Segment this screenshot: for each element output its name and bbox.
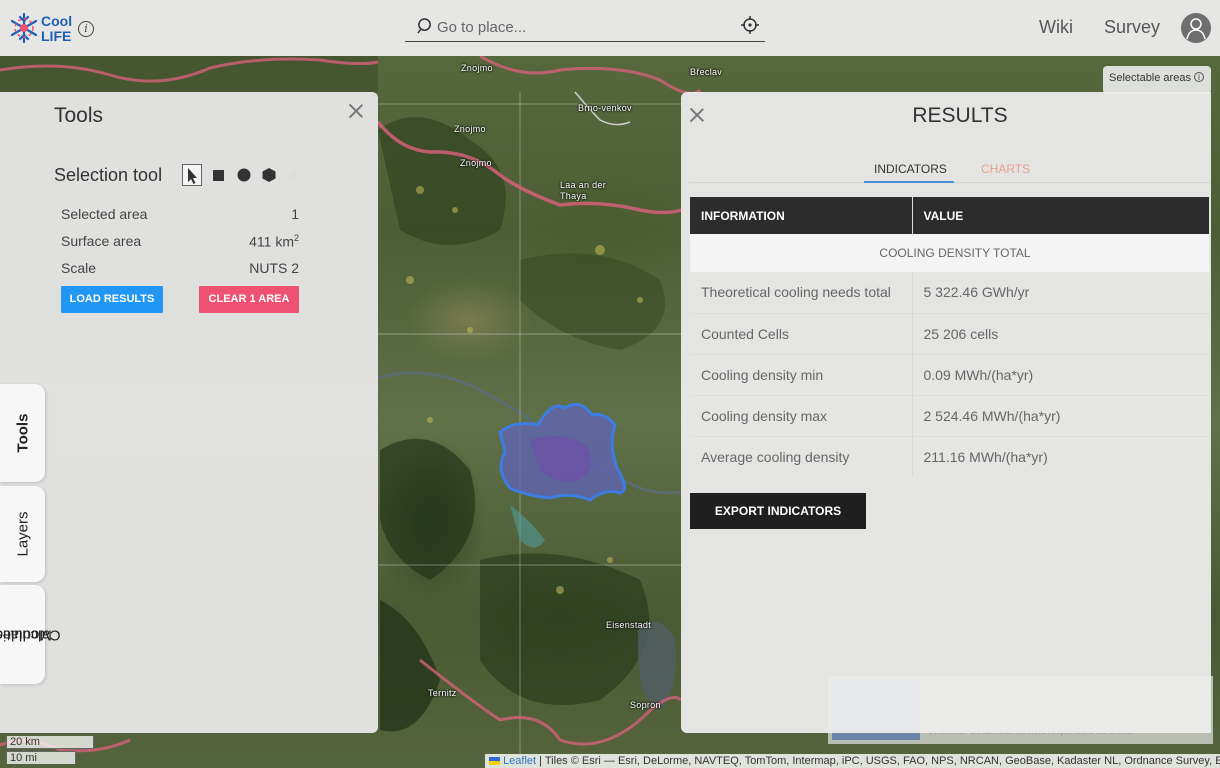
map-label: Laa an der Thaya — [560, 180, 607, 201]
info-cell: Average cooling density — [690, 435, 912, 477]
map-label: Sopron — [630, 700, 661, 710]
indicators-table: INFORMATION VALUE COOLING DENSITY TOTAL … — [690, 197, 1209, 477]
info-cell: Counted Cells — [690, 312, 912, 354]
snowflake-icon — [10, 12, 38, 44]
selectable-areas-label: Selectable areas — [1109, 72, 1191, 84]
row-label: Selected area — [61, 206, 148, 222]
map-label: Znojmo — [460, 158, 492, 168]
search-icon — [417, 18, 431, 34]
user-avatar[interactable] — [1181, 13, 1211, 43]
column-header: INFORMATION — [690, 197, 912, 234]
tab-calculation-modules[interactable]: CalculationModules — [0, 585, 60, 684]
scale-bar-km: 20 km — [6, 736, 94, 749]
scale-bar-mi: 10 mi — [6, 751, 76, 764]
row-label: Scale — [61, 260, 97, 276]
user-icon — [1186, 18, 1206, 40]
clear-area-button[interactable]: CLEAR 1 AREA — [199, 286, 299, 313]
value-cell: 0.09 MWh/(ha*yr) — [911, 353, 1209, 395]
tab-charts[interactable]: CHARTS — [981, 162, 1030, 176]
top-header: Cool LIFE i Wiki Survey — [0, 0, 1220, 56]
row-label: Surface area — [61, 233, 142, 249]
info-cell: Theoretical cooling needs total — [701, 284, 891, 301]
circle-icon — [237, 168, 251, 182]
circle-tool-button[interactable] — [234, 164, 254, 186]
locate-button[interactable] — [730, 12, 765, 42]
close-icon[interactable] — [349, 104, 363, 118]
scale-row: Scale NUTS 2 — [61, 260, 299, 276]
disabled-tool-button — [284, 164, 304, 186]
load-results-button[interactable]: LOAD RESULTS — [61, 286, 163, 313]
hexagon-icon — [262, 168, 276, 182]
selection-tool-label: Selection tool — [54, 165, 163, 185]
map-label: Břeclav — [690, 67, 723, 77]
table-row: Theoretical cooling needs total 5 322.46… — [690, 272, 1209, 313]
value-cell: 211.16 MWh/(ha*yr) — [911, 435, 1209, 477]
value-cell: 2 524.46 MWh/(ha*yr) — [911, 394, 1209, 436]
map-attribution: Leaflet | Tiles © Esri — Esri, DeLorme, … — [485, 754, 1220, 768]
crosshair-icon — [741, 16, 759, 34]
row-value: 1 — [291, 206, 299, 222]
info-cell: Cooling density min — [690, 353, 912, 395]
value-cell: 25 206 cells — [911, 312, 1209, 354]
tab-indicators[interactable]: INDICATORS — [874, 162, 947, 176]
section-header: COOLING DENSITY TOTAL — [690, 234, 1209, 272]
map-label: Brno-venkov — [578, 103, 632, 113]
tab-tools[interactable]: Tools — [0, 384, 45, 482]
search-input[interactable] — [437, 16, 717, 38]
polyline-icon — [288, 170, 300, 178]
selected-area-row: Selected area 1 — [61, 206, 299, 222]
row-value: NUTS 2 — [249, 260, 299, 276]
value-cell: 5 322.46 GWh/yr — [911, 272, 1209, 313]
selectable-areas-control[interactable]: Selectable areas i — [1103, 66, 1211, 94]
export-indicators-button[interactable]: EXPORT INDICATORS — [690, 493, 866, 529]
table-row: Cooling density min 0.09 MWh/(ha*yr) — [690, 353, 1209, 395]
table-row: Counted Cells 25 206 cells — [690, 312, 1209, 354]
logo-text: Cool LIFE — [41, 13, 73, 44]
rectangle-tool-button[interactable] — [209, 164, 229, 186]
pointer-tool-button[interactable] — [182, 164, 202, 186]
polygon-tool-button[interactable] — [259, 164, 279, 186]
results-title: RESULTS — [912, 104, 1008, 127]
nav-wiki-link[interactable]: Wiki — [1039, 17, 1073, 38]
map-label: Znojmo — [454, 124, 486, 134]
table-row: Cooling density max 2 524.46 MWh/(ha*yr) — [690, 394, 1209, 436]
info-icon[interactable]: i — [1194, 72, 1205, 82]
row-value: 411 km2 — [249, 233, 299, 250]
leaflet-link[interactable]: Leaflet — [503, 755, 536, 767]
table-row: Average cooling density 211.16 MWh/(ha*y… — [690, 435, 1209, 477]
tab-layers[interactable]: Layers — [0, 486, 45, 582]
attribution-text: | Tiles © Esri — Esri, DeLorme, NAVTEQ, … — [536, 755, 1220, 767]
info-cell: Cooling density max — [690, 394, 912, 436]
active-tab-indicator — [864, 181, 954, 183]
info-icon[interactable]: i — [78, 21, 94, 37]
map-label: Znojmo — [461, 63, 493, 73]
column-header: VALUE — [911, 197, 1209, 234]
search-box — [405, 12, 730, 42]
square-icon — [213, 170, 224, 181]
tools-panel-title: Tools — [54, 104, 104, 127]
map-label: Ternitz — [428, 688, 457, 698]
ukraine-flag-icon — [489, 757, 500, 765]
cursor-icon — [188, 168, 197, 184]
surface-area-row: Surface area 411 km2 — [61, 233, 299, 250]
map-label: Eisenstadt — [606, 620, 652, 630]
results-panel: RESULTS INDICATORS CHARTS INFORMATION VA… — [681, 92, 1211, 733]
nav-survey-link[interactable]: Survey — [1104, 17, 1160, 38]
